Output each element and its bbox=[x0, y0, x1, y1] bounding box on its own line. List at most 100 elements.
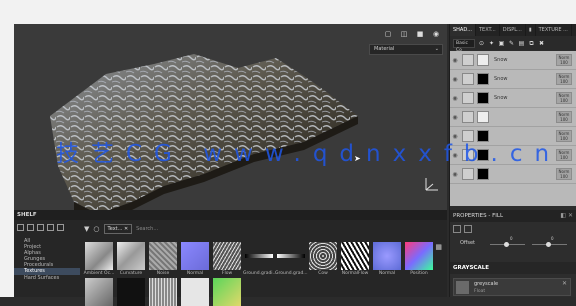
shelf-resource-grid: Ambient Oc... Curvature Noise Normal Flo… bbox=[83, 242, 433, 306]
effect-icon[interactable]: ✦ bbox=[488, 40, 495, 47]
shelf-title: SHELF bbox=[17, 212, 37, 218]
display-icon[interactable]: ◫ bbox=[399, 30, 409, 38]
layer-row[interactable]: ◉ Snow Norm 100 bbox=[450, 89, 576, 108]
left-white-strip bbox=[0, 24, 14, 297]
grayscale-thumbnail bbox=[456, 281, 469, 294]
fill-layer-icon[interactable]: ▣ bbox=[498, 40, 505, 47]
layer-mask-thumbnail bbox=[477, 54, 489, 66]
blend-mode-select[interactable]: Basic Co bbox=[453, 38, 475, 53]
visibility-eye-icon[interactable]: ◉ bbox=[450, 114, 460, 121]
circle-icon[interactable]: ○ bbox=[93, 225, 99, 233]
visibility-eye-icon[interactable]: ◉ bbox=[450, 76, 460, 83]
shelf-filter-bar: ▼ ○ Text... ✕ Search... bbox=[84, 222, 434, 235]
grid-view-icon[interactable]: ▦ bbox=[435, 243, 442, 251]
screenshot-icon[interactable]: ■ bbox=[415, 30, 425, 38]
offset-control: Offset 0 0 bbox=[450, 236, 576, 252]
layer-blend-mode[interactable]: Norm 100 bbox=[556, 111, 572, 123]
visibility-eye-icon[interactable]: ◉ bbox=[450, 95, 460, 102]
tab-texture-set-settings[interactable]: TEXTURE ... bbox=[536, 24, 572, 36]
resource-tile[interactable] bbox=[181, 242, 209, 270]
resource-tile[interactable] bbox=[149, 242, 177, 270]
import-icon[interactable] bbox=[37, 224, 44, 231]
resource-label: Ground.gradi... bbox=[243, 271, 277, 276]
resource-tile[interactable] bbox=[405, 242, 433, 270]
shelf-category-hard-surfaces[interactable]: Hard Surfaces bbox=[24, 275, 80, 281]
folder-icon[interactable] bbox=[17, 224, 24, 231]
delete-icon[interactable]: ✖ bbox=[538, 40, 545, 47]
resource-tile[interactable] bbox=[373, 242, 401, 270]
delete-icon[interactable] bbox=[57, 224, 64, 231]
layer-blend-mode[interactable]: Norm 100 bbox=[556, 92, 572, 104]
layer-thumbnail bbox=[462, 111, 474, 123]
folder-icon[interactable]: ▤ bbox=[518, 40, 525, 47]
viewport-toolbar: ▢ ◫ ■ ◉ bbox=[383, 30, 441, 38]
close-icon[interactable]: ◧ ✕ bbox=[560, 210, 573, 222]
paint-layer-icon[interactable]: ✎ bbox=[508, 40, 515, 47]
shelf-search-input[interactable]: Search... bbox=[136, 224, 286, 234]
layer-mask-thumbnail bbox=[477, 168, 489, 180]
layer-blend-mode[interactable]: Norm 100 bbox=[556, 54, 572, 66]
resource-label: Ground.grad... bbox=[275, 271, 308, 276]
tab-layers[interactable]: ▮ bbox=[526, 24, 536, 36]
layer-row[interactable]: ◉ Snow Norm 100 bbox=[450, 51, 576, 70]
tab-texture-set[interactable]: TEXT... bbox=[476, 24, 500, 36]
layer-row[interactable]: ◉ Norm 100 bbox=[450, 108, 576, 127]
axis-gizmo-icon bbox=[425, 178, 438, 191]
resource-label: Flow bbox=[221, 271, 233, 276]
mask-properties-icon[interactable] bbox=[464, 225, 472, 233]
shelf-toolbar bbox=[14, 221, 84, 235]
shelf-category-list: All Project Alphas Grunges Procedurals T… bbox=[14, 238, 80, 297]
resource-tile[interactable] bbox=[213, 278, 241, 306]
resource-tile[interactable] bbox=[181, 278, 209, 306]
layer-mask-thumbnail bbox=[477, 73, 489, 85]
offset-y-value: 0 bbox=[551, 236, 554, 241]
resource-label: NormalFlow bbox=[341, 271, 369, 276]
mask-icon[interactable]: ⊙ bbox=[478, 40, 485, 47]
tab-display[interactable]: DISPL... bbox=[500, 24, 526, 36]
link-icon[interactable] bbox=[47, 224, 54, 231]
fill-properties-icon[interactable] bbox=[453, 225, 461, 233]
properties-toolbar bbox=[450, 222, 576, 236]
filter-chip[interactable]: Text... ✕ bbox=[103, 223, 133, 234]
visibility-eye-icon[interactable]: ◉ bbox=[450, 171, 460, 178]
resource-tile[interactable] bbox=[245, 254, 273, 258]
layer-blend-mode[interactable]: Norm 100 bbox=[556, 73, 572, 85]
resource-label: Cow bbox=[318, 271, 328, 276]
layer-blend-mode[interactable]: Norm 100 bbox=[556, 168, 572, 180]
resource-tile[interactable] bbox=[85, 278, 113, 306]
grayscale-header: GRAYSCALE bbox=[450, 262, 576, 274]
resource-tile[interactable] bbox=[85, 242, 113, 270]
offset-x-slider-handle[interactable] bbox=[504, 242, 509, 247]
watermark-text: 技艺CG www.qdnxxfb.cn bbox=[56, 141, 562, 167]
tab-shader[interactable]: SHAD... bbox=[450, 24, 476, 36]
resource-label: Position bbox=[410, 271, 428, 276]
material-mode-label: Material bbox=[374, 46, 395, 52]
resource-tile[interactable] bbox=[213, 242, 241, 270]
resource-label: Normal bbox=[378, 271, 396, 276]
layer-stack: ◉ Snow Norm 100 ◉ Snow Norm 100 ◉ Snow Nor… bbox=[450, 51, 576, 206]
resource-tile[interactable] bbox=[277, 254, 305, 258]
resource-tile[interactable] bbox=[117, 278, 145, 306]
new-icon[interactable] bbox=[27, 224, 34, 231]
resource-tile[interactable] bbox=[341, 242, 369, 270]
layer-thumbnail bbox=[462, 92, 474, 104]
camera-icon[interactable]: ▢ bbox=[383, 30, 393, 38]
shelf-header: SHELF bbox=[14, 210, 447, 220]
resource-tile[interactable] bbox=[117, 242, 145, 270]
snapshot-icon[interactable]: ◉ bbox=[431, 30, 441, 38]
application-window: ▢ ◫ ■ ◉ Material ⌄ ➤ SHAD... TEXT... DIS… bbox=[0, 0, 576, 306]
close-icon[interactable]: ✕ bbox=[562, 280, 567, 287]
layer-row[interactable]: ◉ Snow Norm 100 bbox=[450, 70, 576, 89]
resource-tile[interactable] bbox=[149, 278, 177, 306]
grayscale-resource-slot[interactable]: greyscale Float ✕ bbox=[453, 278, 571, 296]
resource-label: Ambient Oc... bbox=[83, 271, 115, 276]
resource-tile[interactable] bbox=[309, 242, 337, 270]
duplicate-icon[interactable]: ⧉ bbox=[528, 40, 535, 47]
chevron-down-icon: ⌄ bbox=[434, 46, 439, 52]
offset-y-slider-handle[interactable] bbox=[546, 242, 551, 247]
material-mode-select[interactable]: Material ⌄ bbox=[369, 44, 443, 55]
3d-viewport[interactable]: ▢ ◫ ■ ◉ Material ⌄ ➤ bbox=[14, 24, 447, 210]
visibility-eye-icon[interactable]: ◉ bbox=[450, 57, 460, 64]
layer-mask-thumbnail bbox=[477, 92, 489, 104]
filter-icon[interactable]: ▼ bbox=[84, 225, 89, 233]
